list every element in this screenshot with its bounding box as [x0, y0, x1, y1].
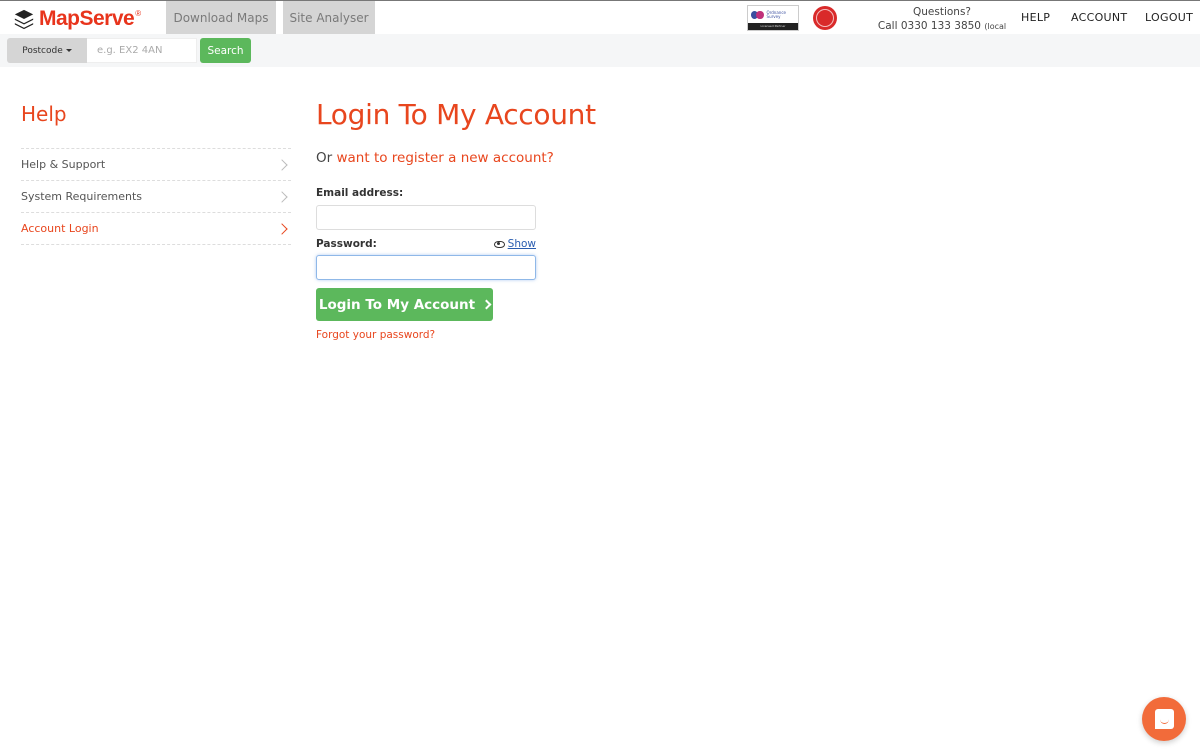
- ordnance-survey-partner-logo: Ordnance Survey Licensed Partner: [747, 5, 799, 31]
- sidebar-title: Help: [21, 102, 67, 126]
- caret-down-icon: [65, 49, 72, 52]
- certification-seal-icon: [813, 6, 837, 30]
- show-password-toggle[interactable]: Show: [493, 238, 536, 250]
- page-title: Login To My Account: [316, 98, 596, 131]
- registered-mark: ®: [135, 8, 142, 18]
- password-field[interactable]: [316, 255, 536, 280]
- tab-site-analyser[interactable]: Site Analyser: [283, 1, 375, 34]
- questions-label: Questions?: [912, 6, 971, 18]
- sidebar-item-system-requirements[interactable]: System Requirements: [21, 181, 291, 213]
- postcode-search-input[interactable]: [87, 38, 197, 63]
- register-link[interactable]: want to register a new account?: [336, 150, 553, 166]
- location-search-bar: Postcode Search: [0, 34, 1200, 67]
- forgot-password-link[interactable]: Forgot your password?: [316, 329, 716, 341]
- chevron-right-icon: [276, 190, 288, 203]
- search-type-label: Postcode: [22, 45, 63, 56]
- sidebar-menu: Help & Support System Requirements Accou…: [21, 148, 291, 245]
- site-header: MapServe ® Download Maps Site Analyser O…: [0, 1, 1200, 46]
- sidebar-item-account-login[interactable]: Account Login: [21, 213, 291, 245]
- search-type-dropdown[interactable]: Postcode: [7, 38, 87, 63]
- chat-icon: [1154, 709, 1174, 729]
- eye-icon: [493, 240, 505, 248]
- layers-icon: [14, 9, 34, 30]
- email-label: Email address:: [316, 187, 404, 199]
- chat-launcher-button[interactable]: [1142, 697, 1186, 741]
- sidebar-item-help-support[interactable]: Help & Support: [21, 149, 291, 181]
- chevron-right-icon: [276, 158, 288, 171]
- os-name: Ordnance Survey: [766, 9, 786, 19]
- chevron-right-icon: [276, 222, 288, 235]
- password-label: Password:: [316, 238, 377, 250]
- show-password-label: Show: [507, 238, 536, 250]
- search-button[interactable]: Search: [200, 38, 251, 63]
- brand-name: MapServe: [39, 7, 135, 30]
- os-logo-icon-dot: [756, 10, 764, 19]
- nav-account-link[interactable]: ACCOUNT: [1071, 11, 1127, 24]
- sidebar-item-label: Help & Support: [21, 158, 106, 171]
- login-button-label: Login To My Account: [318, 296, 476, 313]
- sidebar-item-label: Account Login: [21, 222, 99, 235]
- chevron-right-icon: [481, 299, 492, 310]
- nav-logout-link[interactable]: LOGOUT: [1145, 11, 1193, 24]
- nav-help-link[interactable]: HELP: [1021, 11, 1050, 24]
- phone-number: Call 0330 133 3850: [877, 20, 981, 32]
- mapserve-logo[interactable]: MapServe ®: [13, 7, 141, 31]
- sidebar-item-label: System Requirements: [21, 190, 142, 203]
- help-sidebar: Help Help & Support System Requirements …: [21, 101, 291, 245]
- password-label-row: Password: Show: [316, 238, 536, 250]
- email-field[interactable]: [316, 205, 536, 230]
- register-prefix: Or: [316, 150, 333, 166]
- login-panel: Login To My Account Or want to register …: [316, 99, 716, 341]
- os-badge: Licensed Partner: [748, 23, 798, 30]
- login-button[interactable]: Login To My Account: [316, 288, 493, 321]
- register-prompt: Or want to register a new account?: [316, 150, 716, 166]
- tab-download-maps[interactable]: Download Maps: [166, 1, 276, 34]
